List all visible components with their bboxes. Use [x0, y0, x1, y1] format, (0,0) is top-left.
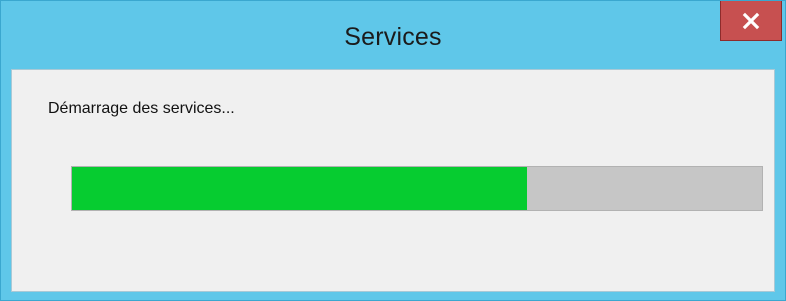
window-title: Services [344, 23, 442, 51]
progress-bar [71, 166, 763, 211]
services-window: Services Démarrage des services... [0, 0, 786, 301]
status-text: Démarrage des services... [48, 100, 235, 117]
progress-fill [72, 167, 528, 210]
title-bar[interactable]: Services [1, 1, 785, 69]
close-button[interactable] [720, 1, 782, 41]
close-icon [742, 12, 760, 30]
dialog-content: Démarrage des services... [11, 69, 775, 292]
